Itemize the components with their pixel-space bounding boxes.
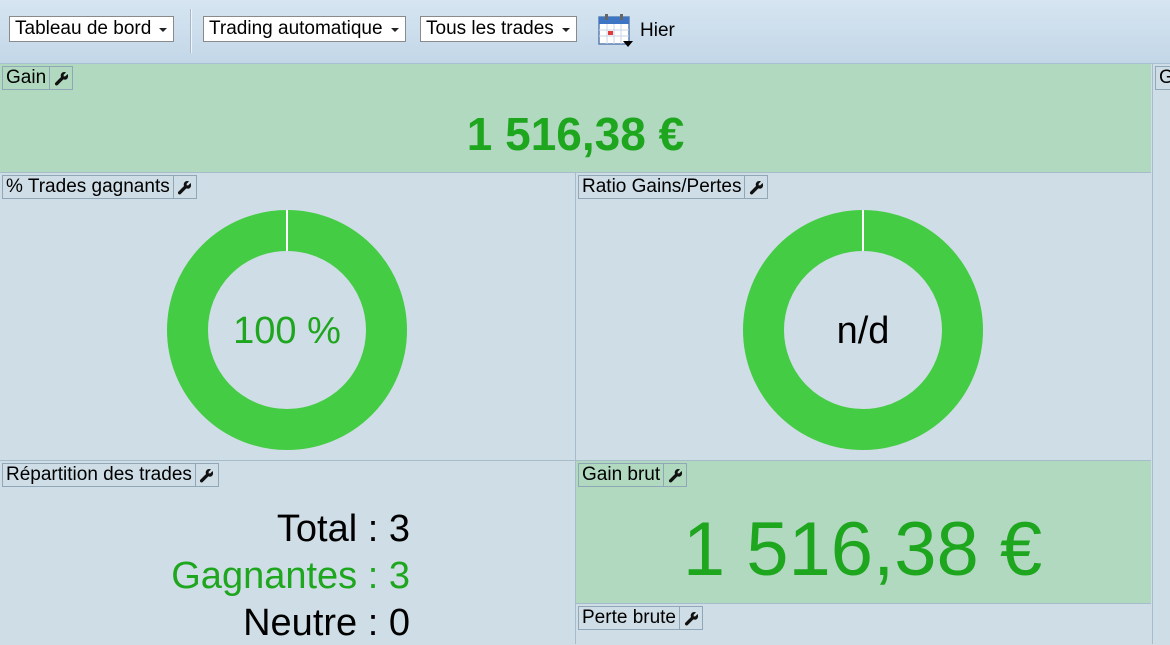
- distribution-panel: Répartition des trades Total : 3 Gagnant…: [0, 461, 575, 644]
- wrench-icon[interactable]: [172, 176, 196, 198]
- stat-separator: :: [357, 508, 389, 550]
- right-panel-title: G: [1155, 66, 1170, 90]
- chevron-down-icon: [561, 28, 570, 32]
- gain-panel: Gain 1 516,38 €: [0, 64, 1151, 172]
- stat-row-total: Total : 3: [0, 508, 410, 551]
- gain-panel-title: Gain: [6, 67, 47, 88]
- calendar-dropdown-icon[interactable]: [597, 14, 635, 48]
- stat-value: 3: [388, 508, 410, 550]
- win-rate-value: 100 %: [233, 310, 341, 352]
- stat-label: Gagnantes: [171, 555, 358, 597]
- stat-row-winning: Gagnantes : 3: [0, 555, 410, 598]
- gross-loss-panel-title: Perte brute: [582, 607, 676, 628]
- stat-value: 3: [388, 555, 410, 597]
- win-rate-panel: % Trades gagnants 100 %: [0, 173, 575, 460]
- right-panel-clipped: G: [1152, 64, 1170, 644]
- chevron-down-icon: [159, 28, 168, 32]
- chevron-down-icon: [390, 28, 399, 32]
- wrench-icon[interactable]: [49, 67, 72, 89]
- toolbar: Tableau de bord Trading automatique Tous…: [0, 0, 1170, 64]
- toolbar-separator: [190, 9, 192, 53]
- gross-gain-panel: Gain brut 1 516,38 €: [576, 461, 1151, 603]
- trading-mode-dropdown-label: Trading automatique: [209, 18, 383, 39]
- stat-label: Neutre: [243, 602, 358, 644]
- dashboard-dropdown[interactable]: Tableau de bord: [9, 16, 175, 42]
- distribution-panel-header: Répartition des trades: [2, 463, 219, 487]
- stat-row-neutral: Neutre : 0: [0, 602, 410, 645]
- gross-gain-panel-header: Gain brut: [578, 463, 688, 487]
- gain-panel-header: Gain: [2, 66, 74, 90]
- gross-gain-panel-title: Gain brut: [582, 464, 661, 485]
- gross-loss-panel: Perte brute: [576, 604, 1151, 644]
- distribution-panel-title: Répartition des trades: [6, 464, 192, 485]
- trading-mode-dropdown[interactable]: Trading automatique: [203, 16, 406, 42]
- wrench-icon[interactable]: [744, 176, 767, 198]
- stat-separator: :: [357, 602, 389, 644]
- gain-value: 1 516,38 €: [466, 108, 685, 160]
- trades-filter-dropdown[interactable]: Tous les trades: [420, 16, 577, 42]
- stat-value: 0: [388, 602, 410, 644]
- ratio-panel-title: Ratio Gains/Pertes: [582, 176, 742, 197]
- date-range-label[interactable]: Hier: [640, 19, 675, 43]
- wrench-icon[interactable]: [679, 607, 702, 629]
- gross-loss-panel-header: Perte brute: [578, 606, 703, 630]
- dashboard-dropdown-label: Tableau de bord: [15, 18, 152, 39]
- trades-filter-dropdown-label: Tous les trades: [426, 18, 554, 39]
- ratio-panel-header: Ratio Gains/Pertes: [578, 175, 769, 199]
- wrench-icon[interactable]: [194, 464, 218, 486]
- stat-label: Total: [276, 508, 358, 550]
- win-rate-panel-header: % Trades gagnants: [2, 175, 197, 199]
- ratio-value: n/d: [836, 310, 890, 352]
- stat-separator: :: [357, 555, 389, 597]
- wrench-icon[interactable]: [663, 464, 686, 486]
- ratio-panel: Ratio Gains/Pertes n/d: [576, 173, 1151, 460]
- gross-gain-value: 1 516,38 €: [682, 507, 1043, 592]
- win-rate-panel-title: % Trades gagnants: [6, 176, 170, 197]
